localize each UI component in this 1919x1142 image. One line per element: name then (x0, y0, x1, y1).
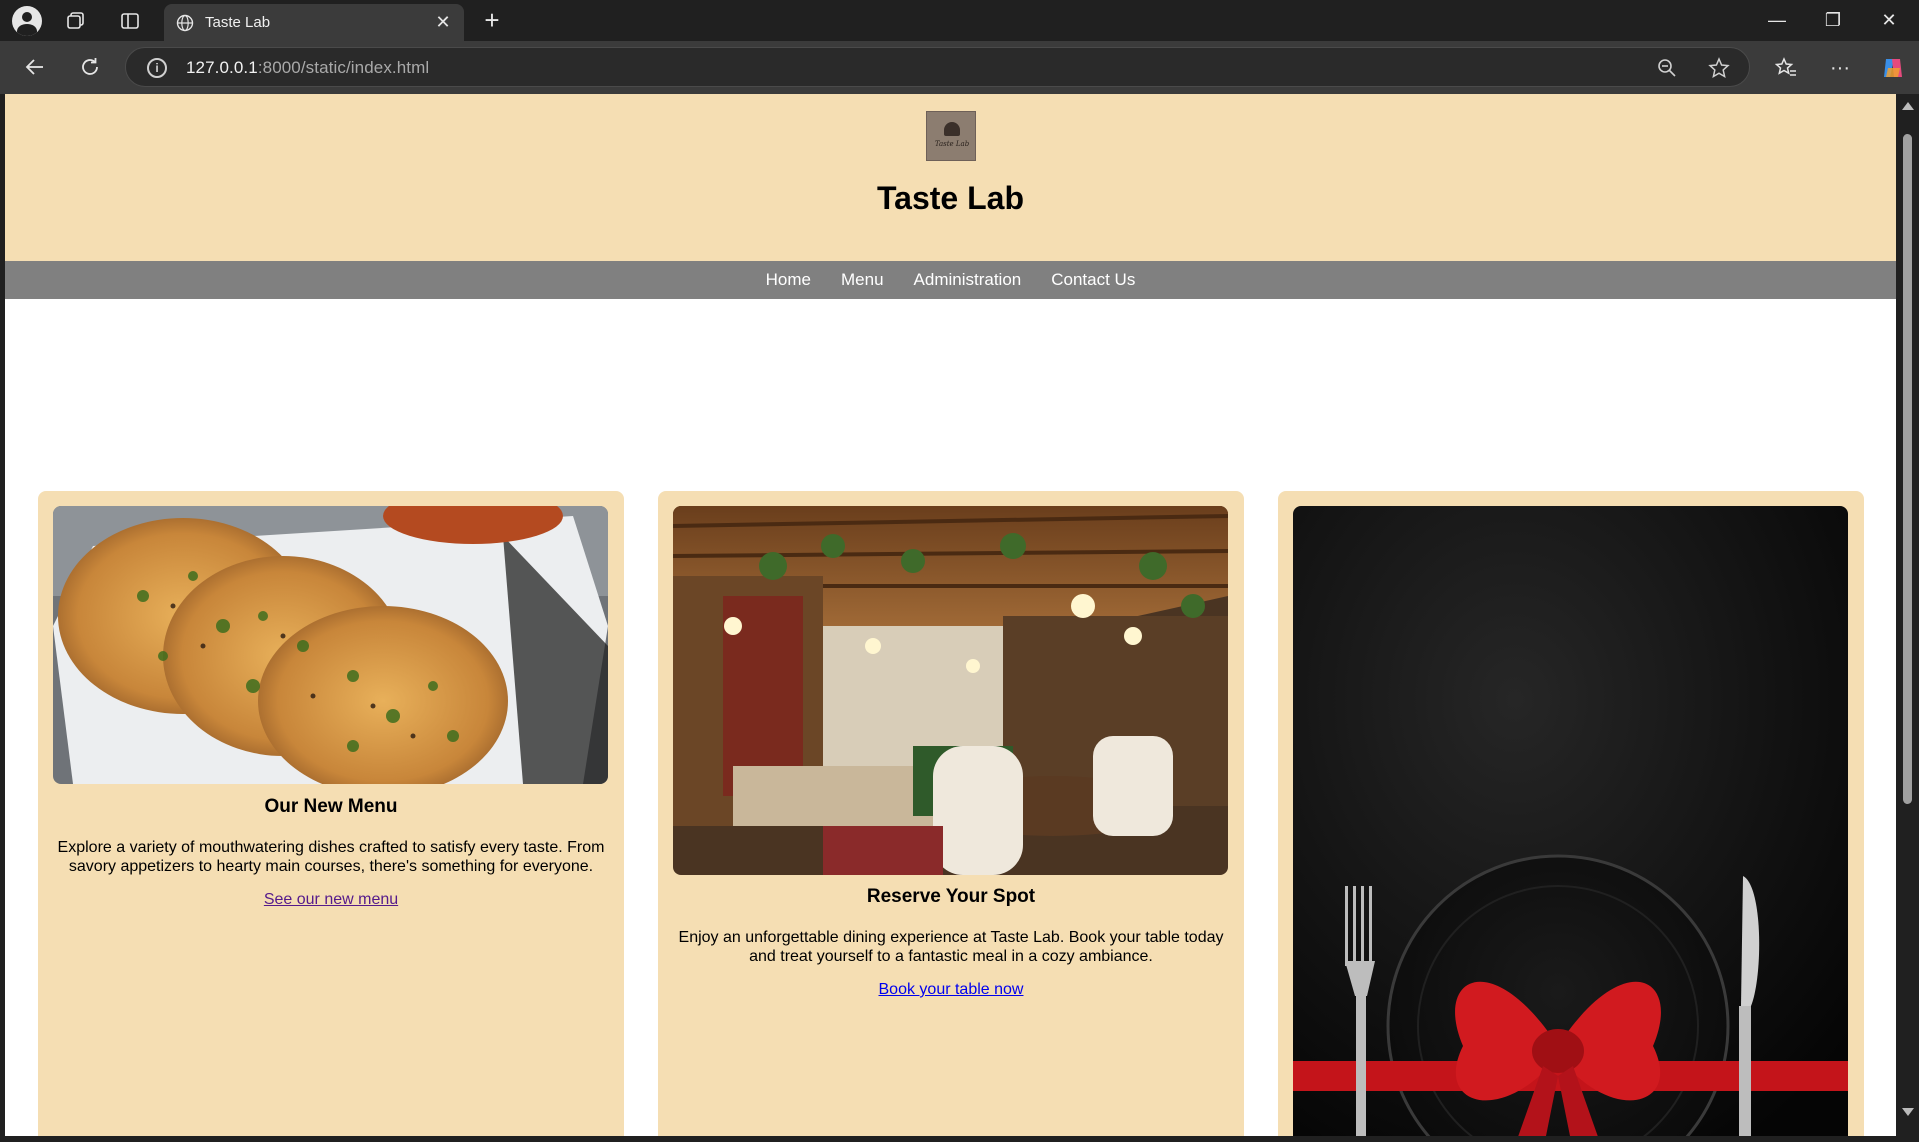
nav-contact-us[interactable]: Contact Us (1051, 270, 1135, 290)
main-nav: Home Menu Administration Contact Us (5, 261, 1896, 299)
site-logo: Taste Lab (926, 111, 976, 161)
menu-card-heading: Our New Menu (264, 796, 398, 817)
address-toolbar: i 127.0.0.1:8000/static/index.html ··· (0, 41, 1919, 94)
restaurant-interior-image (673, 506, 1228, 875)
page-scrollbar[interactable] (1896, 94, 1919, 1136)
scroll-thumb[interactable] (1903, 134, 1912, 804)
naan-bread-image (53, 506, 608, 784)
scroll-down-icon[interactable] (1902, 1108, 1914, 1116)
cloche-icon (944, 122, 960, 136)
scroll-up-icon[interactable] (1902, 102, 1914, 110)
logo-text: Taste Lab (934, 140, 970, 148)
book-table-link[interactable]: Book your table now (658, 981, 1244, 999)
vertical-tabs-icon[interactable] (118, 9, 142, 33)
tab-strip: Taste Lab ✕ + — ❐ ✕ (0, 0, 1919, 41)
page-viewport: Taste Lab Taste Lab Home Menu Administra… (5, 94, 1896, 1136)
favorites-icon[interactable] (1772, 54, 1800, 82)
window-bottom-edge (0, 1136, 1919, 1142)
nav-home[interactable]: Home (766, 270, 811, 290)
tab-title: Taste Lab (205, 14, 271, 31)
gift-plate-image (1293, 506, 1848, 1136)
reservation-card-heading: Reserve Your Spot (866, 886, 1036, 907)
restore-icon[interactable]: ❐ (1805, 0, 1861, 41)
profile-icon[interactable] (12, 6, 42, 36)
workspaces-icon[interactable] (64, 9, 88, 33)
site-header: Taste Lab Taste Lab (5, 94, 1896, 261)
globe-icon (176, 14, 194, 32)
close-tab-icon[interactable]: ✕ (432, 11, 454, 33)
menu-card-text: Explore a variety of mouthwatering dishe… (57, 839, 605, 875)
zoom-out-icon[interactable] (1655, 56, 1679, 80)
site-info-icon[interactable]: i (147, 58, 167, 78)
active-tab[interactable]: Taste Lab ✕ (164, 4, 464, 41)
url-text[interactable]: 127.0.0.1:8000/static/index.html (186, 58, 429, 78)
reservation-card: Reserve Your Spot Enjoy an unforgettable… (658, 491, 1244, 1136)
new-tab-icon[interactable]: + (478, 5, 506, 35)
reload-icon[interactable] (77, 54, 103, 80)
favorite-star-icon[interactable] (1707, 56, 1731, 80)
copilot-icon[interactable] (1879, 54, 1907, 82)
site-title: Taste Lab (877, 180, 1024, 216)
more-options-icon[interactable]: ··· (1826, 54, 1854, 82)
minimize-icon[interactable]: — (1749, 0, 1805, 41)
menu-card: Our New Menu Explore a variety of mouthw… (38, 491, 624, 1136)
gift-card (1278, 491, 1864, 1136)
nav-administration[interactable]: Administration (914, 270, 1022, 290)
address-bar[interactable]: i 127.0.0.1:8000/static/index.html (125, 47, 1750, 87)
window-close-icon[interactable]: ✕ (1861, 0, 1917, 41)
back-icon[interactable] (22, 54, 48, 80)
reservation-card-text: Enjoy an unforgettable dining experience… (678, 929, 1224, 965)
see-menu-link[interactable]: See our new menu (38, 891, 624, 909)
nav-menu[interactable]: Menu (841, 270, 884, 290)
